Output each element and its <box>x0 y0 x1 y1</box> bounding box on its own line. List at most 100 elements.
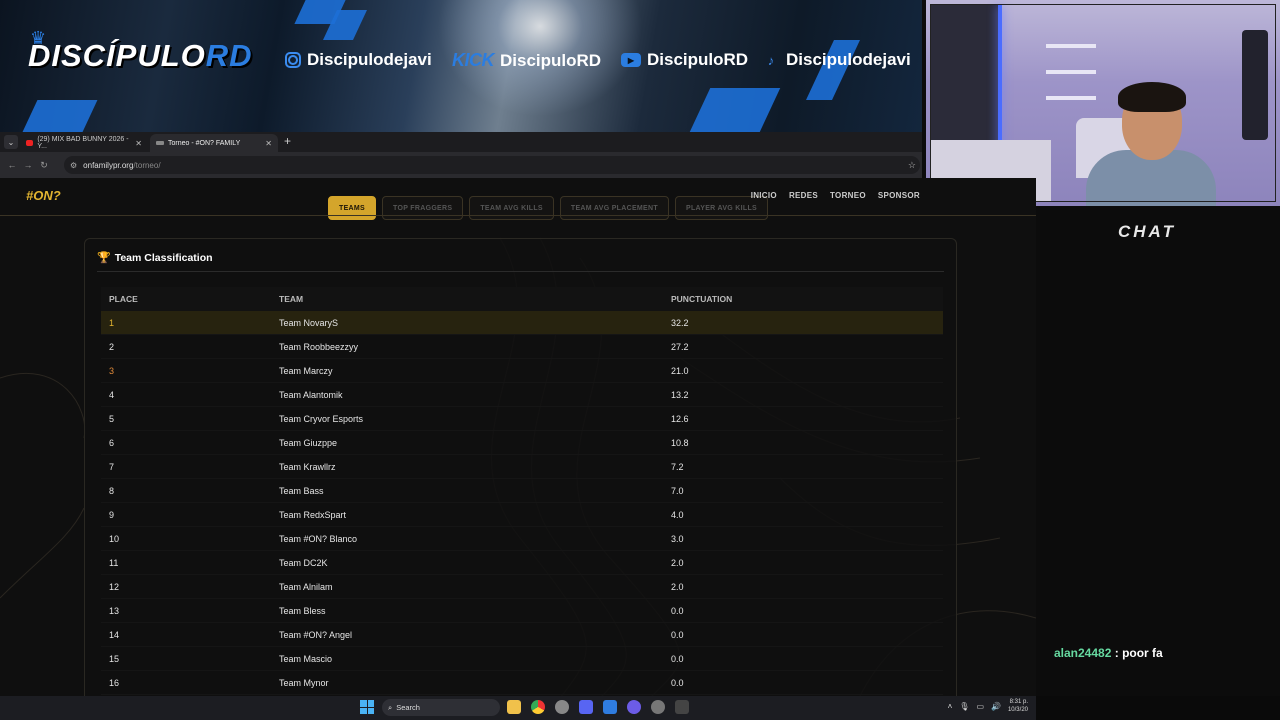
tab-team-avg-placement[interactable]: TEAM AVG PLACEMENT <box>559 196 669 220</box>
cell-points: 0.0 <box>671 605 684 616</box>
site-info-icon[interactable]: ⚙ <box>70 161 77 170</box>
nav-torneo[interactable]: TORNEO <box>830 191 866 200</box>
chat-message: alan24482 : poor fa <box>1054 646 1163 660</box>
web-page: #ON? TEAMS TOP FRAGGERS TEAM AVG KILLS T… <box>0 178 1036 696</box>
tab-top-fraggers[interactable]: TOP FRAGGERS <box>382 196 464 220</box>
cell-team: Team Bass <box>279 485 324 496</box>
app-icon-2[interactable] <box>651 700 665 714</box>
cell-place: 10 <box>109 533 120 544</box>
search-icon: ⌕ <box>388 702 393 712</box>
url-input[interactable]: ⚙ onfamilypr.org/torneo/ ☆ <box>64 156 920 174</box>
ranking-tabs: TEAMS TOP FRAGGERS TEAM AVG KILLS TEAM A… <box>328 196 769 220</box>
table-row: 9 Team RedxSpart 4.0 <box>101 503 943 527</box>
cell-team: Team DC2K <box>279 557 328 568</box>
back-icon[interactable]: ← <box>4 160 20 170</box>
tab-search-button[interactable]: ⌄ <box>4 135 18 149</box>
windows-start-icon[interactable] <box>360 700 374 714</box>
cell-place: 2 <box>109 341 115 352</box>
cell-team: Team Mascio <box>279 653 333 664</box>
site-favicon <box>156 141 164 145</box>
cell-points: 21.0 <box>671 365 689 376</box>
chatgpt-icon[interactable] <box>555 700 569 714</box>
clock[interactable]: 8:31 p. 10/3/20 <box>1008 698 1028 714</box>
new-tab-button[interactable]: + <box>284 134 291 148</box>
table-row: 6 Team Giuzppe 10.8 <box>101 431 943 455</box>
cell-place: 15 <box>109 653 120 664</box>
cell-points: 32.2 <box>671 317 689 328</box>
cell-points: 7.2 <box>671 461 684 472</box>
bookmark-star-icon[interactable]: ☆ <box>908 160 916 171</box>
reload-icon[interactable]: ↻ <box>36 160 52 171</box>
cell-place: 8 <box>109 485 115 496</box>
chrome-profile-icon[interactable] <box>627 700 641 714</box>
cell-team: Team NovaryS <box>279 317 339 328</box>
nav-inicio[interactable]: INICIO <box>751 191 777 200</box>
cell-place: 6 <box>109 437 115 448</box>
nav-redes[interactable]: REDES <box>789 191 818 200</box>
browser-tab-strip: ⌄ (29) MIX BAD BUNNY 2026 - Y... ✕ Torne… <box>0 132 922 152</box>
card-title: 🏆 Team Classification <box>97 251 213 265</box>
cell-points: 7.0 <box>671 485 684 496</box>
tab-torneo[interactable]: Torneo - #ON? FAMILY ✕ <box>150 134 278 152</box>
nav-sponsor[interactable]: SPONSOR <box>878 191 920 200</box>
cell-team: Team Alantomik <box>279 389 343 400</box>
tab-team-avg-kills[interactable]: TEAM AVG KILLS <box>469 196 554 220</box>
header-punctuation: PUNCTUATION <box>671 294 733 304</box>
app-icon-3[interactable] <box>675 700 689 714</box>
cell-points: 0.0 <box>671 653 684 664</box>
classification-card: 🏆 Team Classification PLACE TEAM PUNCTUA… <box>84 238 957 696</box>
system-tray: ˄ 🎙 ▭ 🔊 8:31 p. 10/3/20 <box>948 698 1028 714</box>
kick-logo: KICK <box>452 50 495 70</box>
chevron-up-icon[interactable]: ˄ <box>948 702 953 711</box>
close-icon[interactable]: ✕ <box>135 139 142 148</box>
table-body: 1 Team NovaryS 32.2 2 Team Roobbeezzyy 27.2 3 T… <box>101 311 943 695</box>
cell-place: 16 <box>109 677 120 688</box>
cell-place: 9 <box>109 509 115 520</box>
volume-icon[interactable]: 🔊 <box>991 702 1001 711</box>
header-place: PLACE <box>109 294 138 304</box>
app-icon[interactable] <box>603 700 617 714</box>
table-row: 16 Team Mynor 0.0 <box>101 671 943 695</box>
cell-place: 7 <box>109 461 115 472</box>
cell-place: 4 <box>109 389 115 400</box>
tab-teams[interactable]: TEAMS <box>328 196 376 220</box>
cell-team: Team Alnilam <box>279 581 333 592</box>
cell-team: Team RedxSpart <box>279 509 347 520</box>
taskbar: ⌕ Search ˄ 🎙 ▭ 🔊 8:31 p. 10/3/20 <box>0 696 1036 720</box>
cell-place: 13 <box>109 605 120 616</box>
network-icon[interactable]: ▭ <box>976 702 984 711</box>
trophy-icon: 🏆 <box>97 252 111 264</box>
taskbar-search[interactable]: ⌕ Search <box>382 699 500 716</box>
file-explorer-icon[interactable] <box>507 700 521 714</box>
youtube-favicon <box>26 140 34 146</box>
forward-icon[interactable]: → <box>20 160 36 170</box>
chrome-icon[interactable] <box>531 700 545 714</box>
social-kick: KICK DiscipuloRD <box>452 50 602 70</box>
social-youtube: ▶ DiscipuloRD <box>621 50 748 70</box>
table-row: 11 Team DC2K 2.0 <box>101 551 943 575</box>
tiktok-icon: ♪ <box>767 52 775 68</box>
cell-points: 0.0 <box>671 677 684 688</box>
discord-icon[interactable] <box>579 700 593 714</box>
cell-team: Team Cryvor Esports <box>279 413 364 424</box>
close-icon[interactable]: ✕ <box>265 139 272 148</box>
site-logo[interactable]: #ON? <box>26 188 61 203</box>
cell-points: 2.0 <box>671 557 684 568</box>
site-nav: INICIO REDES TORNEO SPONSOR <box>751 191 920 200</box>
tab-youtube[interactable]: (29) MIX BAD BUNNY 2026 - Y... ✕ <box>20 134 148 152</box>
chat-username: alan24482 <box>1054 646 1112 660</box>
cell-team: Team #ON? Blanco <box>279 533 358 544</box>
cell-team: Team Krawllrz <box>279 461 336 472</box>
cell-place: 1 <box>109 317 115 328</box>
cell-place: 14 <box>109 629 120 640</box>
table-row: 8 Team Bass 7.0 <box>101 479 943 503</box>
table-row: 1 Team NovaryS 32.2 <box>101 311 943 335</box>
cell-points: 0.0 <box>671 629 684 640</box>
cell-team: Team Mynor <box>279 677 329 688</box>
chat-text: : poor fa <box>1114 646 1163 660</box>
cell-team: Team Giuzppe <box>279 437 338 448</box>
header-divider <box>0 215 1036 216</box>
cell-points: 3.0 <box>671 533 684 544</box>
microphone-icon[interactable]: 🎙 <box>959 702 969 711</box>
cell-place: 11 <box>109 557 119 568</box>
